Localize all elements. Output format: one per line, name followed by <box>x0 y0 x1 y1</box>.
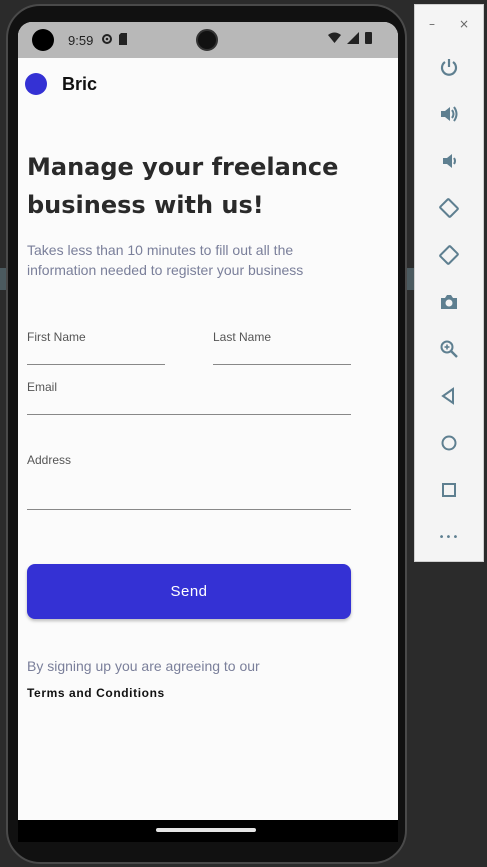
intro-section: Manage your freelance business with us! … <box>27 148 353 280</box>
address-label: Address <box>27 453 72 467</box>
agreement-text: By signing up you are agreeing to our <box>27 658 260 674</box>
address-underline <box>27 509 351 510</box>
toolbar-actions: ••• <box>415 49 483 566</box>
window-edge <box>406 268 414 290</box>
back-icon[interactable] <box>431 378 467 414</box>
volume-down-icon[interactable] <box>431 143 467 179</box>
emulator-stage: 9:59 Bric Manage your freelance business… <box>0 0 487 867</box>
rotate-left-icon[interactable] <box>431 190 467 226</box>
app-bar: Bric <box>18 58 398 110</box>
home-icon[interactable] <box>431 425 467 461</box>
address-field[interactable]: Address <box>27 453 351 510</box>
volume-up-icon[interactable] <box>431 96 467 132</box>
gesture-nav-bar <box>18 820 398 842</box>
email-underline <box>27 414 351 415</box>
close-button[interactable]: × <box>459 17 469 31</box>
toolbar-window-controls: – × <box>415 5 483 31</box>
home-handle[interactable] <box>156 828 256 832</box>
first-name-underline <box>27 364 165 365</box>
overview-icon[interactable] <box>431 472 467 508</box>
camera-lens-icon <box>196 29 218 51</box>
send-button[interactable]: Send <box>27 564 351 619</box>
brand-logo-icon <box>25 73 47 95</box>
battery-icon <box>365 32 372 44</box>
page-subtitle: Takes less than 10 minutes to fill out a… <box>27 240 353 280</box>
last-name-field[interactable]: Last Name <box>213 330 351 365</box>
page-title: Manage your freelance business with us! <box>27 148 353 224</box>
status-time: 9:59 <box>68 32 94 48</box>
status-indicators <box>328 32 372 47</box>
page-title-line: business with us! <box>27 191 264 219</box>
wifi-icon <box>328 32 341 47</box>
phone-screen: 9:59 Bric <box>18 22 398 842</box>
front-camera-cutout <box>32 29 54 51</box>
page-title-line: Manage your freelance <box>27 153 339 181</box>
name-row: First Name Last Name <box>27 330 351 365</box>
email-label: Email <box>27 380 58 394</box>
first-name-label: First Name <box>27 330 86 344</box>
camera-icon[interactable] <box>431 284 467 320</box>
first-name-field[interactable]: First Name <box>27 330 165 365</box>
signal-icon <box>347 32 359 47</box>
last-name-underline <box>213 364 351 365</box>
emulator-toolbar: – × ••• <box>414 4 484 562</box>
status-bar: 9:59 <box>18 22 398 58</box>
subtitle-line: information needed to register your busi… <box>27 262 304 278</box>
power-icon[interactable] <box>431 49 467 85</box>
subtitle-line: Takes less than 10 minutes to fill out a… <box>27 242 294 258</box>
settings-icon <box>101 33 113 48</box>
email-field[interactable]: Email <box>27 380 351 415</box>
zoom-icon[interactable] <box>431 331 467 367</box>
terms-link[interactable]: Terms and Conditions <box>27 686 165 700</box>
minimize-button[interactable]: – <box>429 17 435 31</box>
sim-icon <box>119 32 129 48</box>
rotate-right-icon[interactable] <box>431 237 467 273</box>
brand-name: Bric <box>62 73 98 94</box>
last-name-label: Last Name <box>213 330 272 344</box>
more-icon[interactable]: ••• <box>431 519 467 555</box>
